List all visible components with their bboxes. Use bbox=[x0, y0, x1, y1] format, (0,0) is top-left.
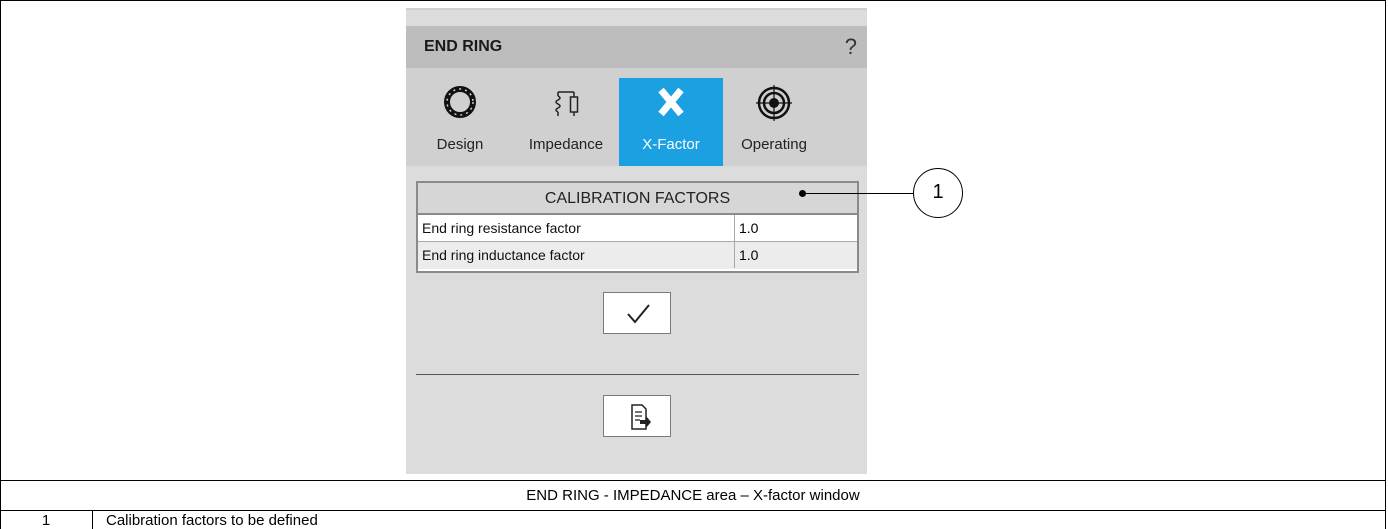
tab-design-label: Design bbox=[436, 136, 484, 153]
tab-operating-label: Operating bbox=[741, 136, 807, 153]
inductance-factor-label: End ring inductance factor bbox=[422, 247, 585, 263]
table-row: End ring resistance factor 1.0 bbox=[418, 215, 857, 242]
calibration-title: CALIBRATION FACTORS bbox=[544, 190, 731, 207]
tab-x-factor[interactable]: X-Factor bbox=[619, 78, 723, 166]
tab-x-factor-label: X-Factor bbox=[642, 136, 700, 153]
tab-design[interactable]: Design bbox=[420, 78, 500, 166]
tab-impedance[interactable]: Impedance bbox=[516, 78, 616, 166]
figure-area: END RING ? Design Impedance X-Factor Ope… bbox=[0, 0, 1386, 480]
apply-button[interactable] bbox=[603, 292, 671, 334]
calibration-header: CALIBRATION FACTORS bbox=[418, 183, 857, 215]
legend-separator bbox=[92, 511, 93, 529]
callout-marker: 1 bbox=[913, 168, 963, 218]
export-icon bbox=[631, 404, 651, 430]
window-title: END RING bbox=[424, 38, 503, 55]
x-icon bbox=[653, 84, 689, 125]
tab-operating[interactable]: Operating bbox=[724, 78, 824, 166]
figure-caption-row: END RING - IMPEDANCE area – X-factor win… bbox=[0, 480, 1386, 511]
table-row: End ring inductance factor 1.0 bbox=[418, 242, 857, 269]
ring-icon bbox=[442, 84, 478, 125]
divider bbox=[416, 374, 859, 375]
figure-caption: END RING - IMPEDANCE area – X-factor win… bbox=[526, 487, 860, 504]
resistance-factor-label: End ring resistance factor bbox=[422, 220, 581, 236]
checkmark-icon bbox=[627, 304, 650, 324]
target-icon bbox=[755, 84, 793, 127]
help-button[interactable]: ? bbox=[845, 34, 857, 60]
callout-number: 1 bbox=[932, 181, 944, 203]
resistance-factor-input[interactable]: 1.0 bbox=[734, 215, 857, 241]
title-bar: END RING ? bbox=[406, 26, 867, 68]
export-button[interactable] bbox=[603, 395, 671, 437]
legend-text: Calibration factors to be defined bbox=[106, 512, 318, 529]
callout-line bbox=[803, 193, 921, 194]
legend-row: 1 Calibration factors to be defined bbox=[0, 511, 1386, 529]
end-ring-panel: END RING ? Design Impedance X-Factor Ope… bbox=[406, 8, 867, 474]
tab-bar: Design Impedance X-Factor Operating bbox=[406, 68, 867, 166]
impedance-icon bbox=[548, 84, 584, 125]
calibration-factors-table: CALIBRATION FACTORS End ring resistance … bbox=[416, 181, 859, 273]
inductance-factor-input[interactable]: 1.0 bbox=[734, 242, 857, 268]
legend-number: 1 bbox=[41, 512, 51, 529]
tab-impedance-label: Impedance bbox=[528, 136, 604, 153]
